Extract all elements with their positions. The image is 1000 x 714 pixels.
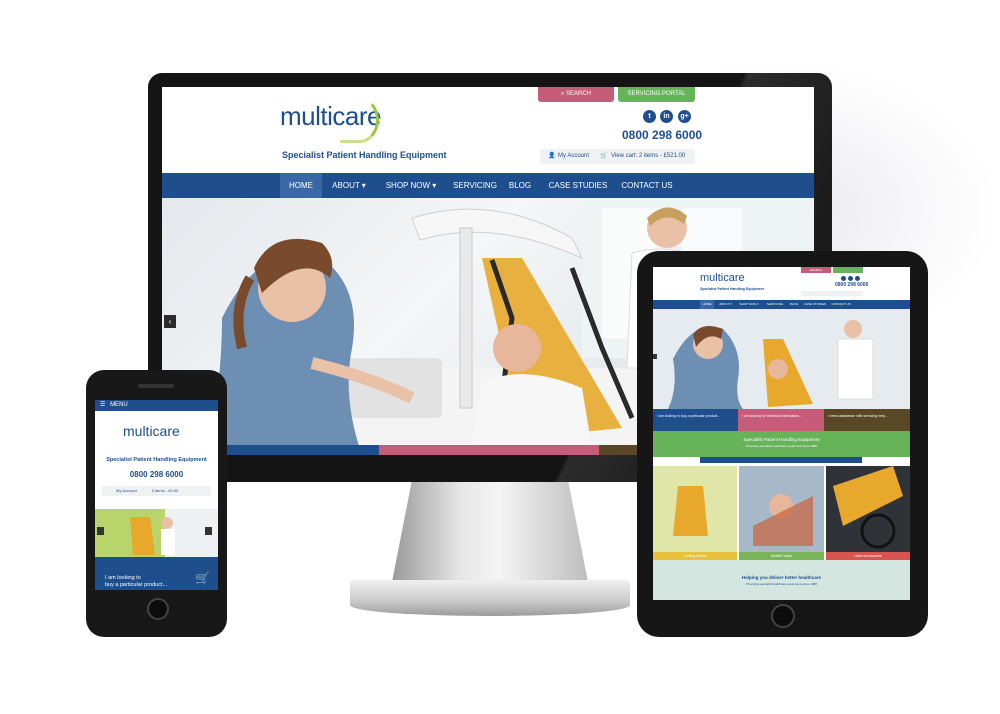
- nav-home[interactable]: HOME: [280, 173, 322, 198]
- tablet-band-subtitle: Providing specialist healthcare equipmen…: [746, 444, 817, 448]
- tablet-nav-contact-us[interactable]: CONTACT US: [830, 300, 852, 309]
- phone-screen: ☰ MENU multicare Specialist Patient Hand…: [95, 400, 218, 590]
- nav-case-studies[interactable]: CASE STUDIES: [548, 173, 608, 198]
- phone-home-button[interactable]: [147, 598, 169, 620]
- search-button[interactable]: ⌕ SEARCH: [538, 87, 614, 102]
- nav-blog[interactable]: BLOG: [505, 173, 535, 198]
- tablet-home-button[interactable]: [771, 604, 795, 628]
- phone-hero-photo: [95, 509, 218, 557]
- tablet-tile-buy-product[interactable]: I am looking to buy a particular product…: [653, 409, 738, 431]
- tablet-tagline: Specialist Patient Handling Equipment: [700, 287, 764, 291]
- nav-shop-now[interactable]: SHOP NOW ▾: [377, 173, 445, 198]
- phone-speaker: [138, 384, 174, 388]
- search-button-label: SEARCH: [566, 91, 592, 97]
- phone-number[interactable]: 0800 298 6000: [622, 128, 702, 142]
- account-bar: 👤 My Account 🛒 View cart: 2 items - £521…: [540, 149, 695, 164]
- tablet-search-button[interactable]: SEARCH: [801, 267, 831, 273]
- hero-prev-arrow[interactable]: ‹: [164, 315, 176, 328]
- tablet-nav-blog[interactable]: BLOG: [788, 300, 800, 309]
- user-icon: 👤: [548, 153, 556, 159]
- phone-phone-number[interactable]: 0800 298 6000: [95, 470, 218, 479]
- main-nav: HOME ABOUT ▾ SHOP NOW ▾ SERVICING BLOG C…: [162, 173, 814, 198]
- tablet-tile-servicing-help[interactable]: I need assistance with servicing help...: [824, 409, 910, 431]
- tablet-category-ceiling-hoists[interactable]: Ceiling Hoists: [653, 552, 737, 560]
- tablet-nav: HOME ABOUT ▾ SHOP NOW ▾ SERVICING BLOG C…: [653, 300, 910, 309]
- tablet-helping-title: Helping you deliver better healthcare: [741, 575, 822, 580]
- tablet-linkedin-icon[interactable]: [848, 276, 853, 281]
- phone-cart-link[interactable]: 0 items - £0.00: [152, 488, 178, 493]
- site-tagline: Specialist Patient Handling Equipment: [282, 150, 447, 160]
- nav-servicing[interactable]: SERVICING: [449, 173, 501, 198]
- tablet-band-title: Specialist Patient Handling Equipment: [743, 437, 820, 442]
- phone-looking-tile[interactable]: I am looking to buy a particular product…: [95, 557, 218, 590]
- servicing-portal-label: SERVICING PORTAL: [627, 91, 686, 97]
- twitter-icon[interactable]: t: [643, 110, 656, 123]
- tablet-nav-servicing[interactable]: SERVICING: [765, 300, 785, 309]
- my-account-link[interactable]: My Account: [558, 149, 589, 164]
- logo-swoosh-icon: [340, 97, 379, 143]
- tablet-screen: multicare Specialist Patient Handling Eq…: [653, 267, 910, 600]
- view-cart-link[interactable]: View cart: 2 items - £521.00: [611, 149, 685, 164]
- tablet-category-hoist-accessories[interactable]: Hoist Accessories: [826, 552, 910, 560]
- tablet-green-band: Specialist Patient Handling Equipment Pr…: [653, 431, 910, 457]
- monitor-stand-neck: [392, 482, 588, 582]
- linkedin-icon[interactable]: in: [660, 110, 673, 123]
- tablet-tile-technical-info[interactable]: I am looking for technical information..…: [738, 409, 824, 431]
- phone-cart-icon: 🛒: [195, 571, 210, 585]
- tablet-sub-nav[interactable]: [700, 457, 862, 463]
- hamburger-icon: ☰: [100, 402, 106, 408]
- tablet-nav-home[interactable]: HOME: [700, 300, 714, 309]
- tablet-helping-subtitle: Providing specialist healthcare equipmen…: [746, 582, 817, 586]
- tablet-hero-photo: [653, 309, 910, 409]
- tablet-logo[interactable]: multicare: [700, 272, 745, 284]
- tablet-category-mobile-hoists[interactable]: Mobile Hoists: [739, 552, 824, 560]
- google-plus-icon[interactable]: g+: [678, 110, 691, 123]
- phone-account-bar: My Account 0 items - £0.00: [102, 486, 211, 496]
- tablet-category-photos: [653, 466, 910, 552]
- tablet-nav-shop-now[interactable]: SHOP NOW ▾: [737, 300, 761, 309]
- phone-my-account-link[interactable]: My Account: [116, 488, 137, 493]
- nav-about[interactable]: ABOUT ▾: [324, 173, 374, 198]
- phone-menu-bar[interactable]: ☰ MENU: [95, 400, 218, 411]
- tablet-nav-about[interactable]: ABOUT ▾: [717, 300, 734, 309]
- tablet-portal-button[interactable]: [833, 267, 863, 273]
- tablet-twitter-icon[interactable]: [841, 276, 846, 281]
- servicing-portal-button[interactable]: SERVICING PORTAL: [618, 87, 695, 102]
- phone-logo[interactable]: multicare: [123, 423, 180, 439]
- nav-contact-us[interactable]: CONTACT US: [618, 173, 676, 198]
- tablet-phone-number[interactable]: 0800 298 6000: [835, 282, 868, 288]
- monitor-stand-base: [350, 580, 630, 616]
- cart-icon: 🛒: [600, 153, 608, 159]
- tablet-nav-case-studies[interactable]: CASE STUDIES: [803, 300, 827, 309]
- tablet-helping-section: Helping you deliver better healthcare Pr…: [653, 560, 910, 600]
- tablet-google-icon[interactable]: [855, 276, 860, 281]
- phone-tagline: Specialist Patient Handling Equipment: [106, 457, 207, 463]
- phone-menu-label: MENU: [110, 402, 128, 408]
- tablet-account-bar[interactable]: [801, 291, 863, 296]
